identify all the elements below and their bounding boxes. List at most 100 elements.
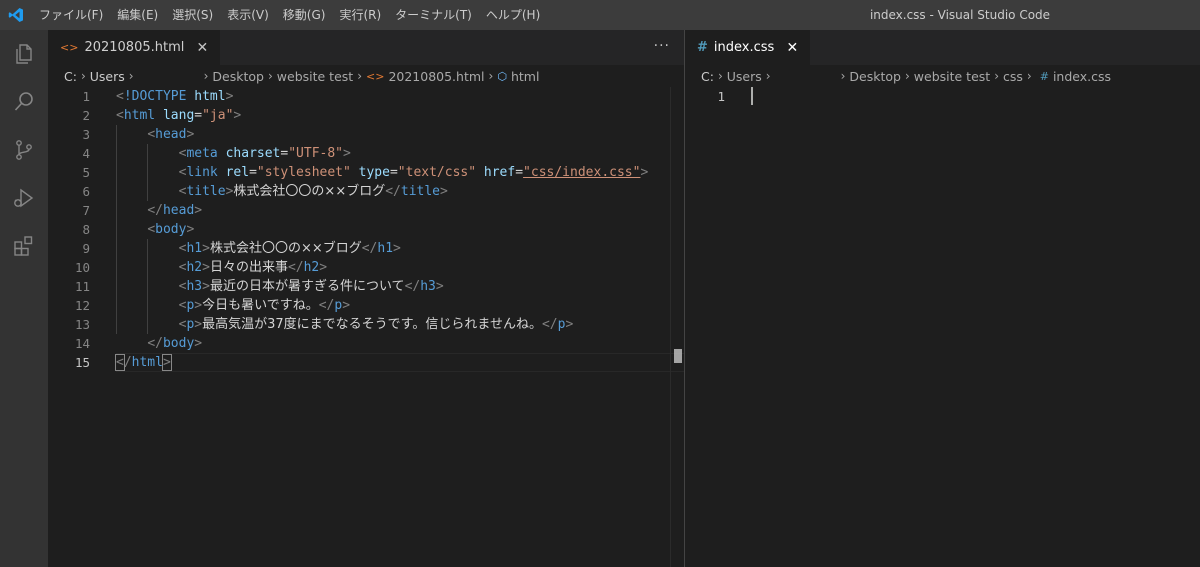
more-actions-icon[interactable]: ··· <box>654 30 670 65</box>
title-bar: ファイル(F) 編集(E) 選択(S) 表示(V) 移動(G) 実行(R) ター… <box>0 0 1200 30</box>
editor-group-left: <> 20210805.html ✕ ··· C: › Users › › De… <box>48 30 684 567</box>
line-number: 3 <box>82 127 90 142</box>
window-title: index.css - Visual Studio Code <box>869 8 1051 22</box>
line-number: 8 <box>82 222 90 237</box>
breadcrumb: C: › Users › › Desktop › website test › … <box>685 65 1200 87</box>
line-number: 2 <box>82 108 90 123</box>
breadcrumb-item[interactable]: index.css <box>1053 69 1111 84</box>
line-number: 15 <box>74 355 90 370</box>
tab-label: index.css <box>713 40 775 55</box>
code-line: 2 <html lang="ja"> <box>48 106 684 125</box>
menu-view[interactable]: 表示(V) <box>220 0 276 30</box>
indent-guide <box>147 144 148 201</box>
code-line: 8 <body> <box>48 220 684 239</box>
code-line: 1 <box>685 87 1200 106</box>
line-number: 1 <box>717 89 725 104</box>
chevron-right-icon: › <box>765 69 771 83</box>
code-line: 7 </head> <box>48 201 684 220</box>
editor-group-right: # index.css ✕ C: › Users › › Desktop › w… <box>685 30 1200 567</box>
chevron-right-icon: › <box>904 69 910 83</box>
code-line: 11 <h3>最近の日本が暑すぎる件について</h3> <box>48 277 684 296</box>
activity-bar <box>0 30 48 567</box>
line-number: 4 <box>82 146 90 161</box>
code-line: 3 <head> <box>48 125 684 144</box>
code-line: 12 <p>今日も暑いですね。</p> <box>48 296 684 315</box>
breadcrumb-item[interactable]: 20210805.html <box>388 69 484 84</box>
source-control-icon[interactable] <box>0 126 48 174</box>
line-number: 14 <box>74 336 90 351</box>
line-number: 10 <box>74 260 90 275</box>
chevron-right-icon: › <box>267 69 273 83</box>
vertical-scrollbar[interactable] <box>670 87 684 567</box>
breadcrumb-item[interactable]: css <box>1003 69 1023 84</box>
code-line: 5 <link rel="stylesheet" type="text/css"… <box>48 163 684 182</box>
tab-label: 20210805.html <box>84 40 185 55</box>
chevron-right-icon: › <box>840 69 846 83</box>
breadcrumb-item[interactable]: Users <box>727 69 762 84</box>
file-link[interactable]: "css/index.css" <box>523 165 640 180</box>
chevron-right-icon: › <box>488 69 494 83</box>
css-file-icon: # <box>1039 69 1049 83</box>
code-line: 10 <h2>日々の出来事</h2> <box>48 258 684 277</box>
breadcrumb-item[interactable]: website test <box>914 69 990 84</box>
tab-css-file[interactable]: # index.css ✕ <box>685 30 811 65</box>
chevron-right-icon: › <box>1026 69 1032 83</box>
code-line: 4 <meta charset="UTF-8"> <box>48 144 684 163</box>
line-number: 1 <box>82 89 90 104</box>
code-line: 14 </body> <box>48 334 684 353</box>
breadcrumb-item[interactable]: C: <box>64 69 77 84</box>
html-file-icon: <> <box>60 41 79 54</box>
code-line: 13 <p>最高気温が37度にまでなるそうです。信じられませんね。</p> <box>48 315 684 334</box>
breadcrumb-item[interactable]: Users <box>90 69 125 84</box>
line-number: 13 <box>74 317 90 332</box>
code-line: 9 <h1>株式会社〇〇の××ブログ</h1> <box>48 239 684 258</box>
indent-guide <box>147 239 148 334</box>
explorer-icon[interactable] <box>0 30 48 78</box>
code-line: 1 <!DOCTYPE html> <box>48 87 684 106</box>
chevron-right-icon: › <box>203 69 209 83</box>
menu-help[interactable]: ヘルプ(H) <box>479 0 547 30</box>
breadcrumb-item[interactable]: html <box>511 69 539 84</box>
chevron-right-icon: › <box>357 69 362 83</box>
line-number: 5 <box>82 165 90 180</box>
current-line-highlight <box>116 353 684 372</box>
breadcrumb: C: › Users › › Desktop › website test › … <box>48 65 684 87</box>
code-editor-left[interactable]: 1 <!DOCTYPE html> 2 <html lang="ja"> 3 <… <box>48 87 684 372</box>
menu-file[interactable]: ファイル(F) <box>32 0 110 30</box>
line-number: 6 <box>82 184 90 199</box>
symbol-element-icon: ⬡ <box>497 69 507 83</box>
line-number: 12 <box>74 298 90 313</box>
menu-bar: ファイル(F) 編集(E) 選択(S) 表示(V) 移動(G) 実行(R) ター… <box>32 0 547 30</box>
menu-go[interactable]: 移動(G) <box>276 0 333 30</box>
text-cursor <box>751 87 753 105</box>
code-editor-right[interactable]: 1 <box>685 87 1200 106</box>
breadcrumb-item[interactable]: Desktop <box>212 69 264 84</box>
chevron-right-icon: › <box>994 69 999 83</box>
menu-selection[interactable]: 選択(S) <box>165 0 220 30</box>
tab-bar-left: <> 20210805.html ✕ ··· <box>48 30 684 65</box>
breadcrumb-item[interactable]: Desktop <box>849 69 901 84</box>
extensions-icon[interactable] <box>0 222 48 270</box>
menu-terminal[interactable]: ターミナル(T) <box>388 0 479 30</box>
run-debug-icon[interactable] <box>0 174 48 222</box>
line-number: 9 <box>82 241 90 256</box>
menu-edit[interactable]: 編集(E) <box>110 0 165 30</box>
line-number: 11 <box>74 279 90 294</box>
close-icon[interactable]: ✕ <box>194 40 210 56</box>
breadcrumb-item[interactable]: website test <box>277 69 353 84</box>
chevron-right-icon: › <box>128 69 134 83</box>
css-file-icon: # <box>697 40 708 55</box>
indent-guide <box>116 125 117 334</box>
breadcrumb-item[interactable]: C: <box>701 69 714 84</box>
search-icon[interactable] <box>0 78 48 126</box>
scroll-thumb[interactable] <box>674 349 682 363</box>
line-number: 7 <box>82 203 90 218</box>
vscode-logo-icon <box>0 0 32 30</box>
chevron-right-icon: › <box>717 69 723 83</box>
html-file-icon: <> <box>366 69 385 83</box>
code-line: 6 <title>株式会社〇〇の××ブログ</title> <box>48 182 684 201</box>
menu-run[interactable]: 実行(R) <box>332 0 388 30</box>
close-icon[interactable]: ✕ <box>784 40 800 56</box>
tab-bar-right: # index.css ✕ <box>685 30 1200 65</box>
tab-html-file[interactable]: <> 20210805.html ✕ <box>48 30 221 65</box>
